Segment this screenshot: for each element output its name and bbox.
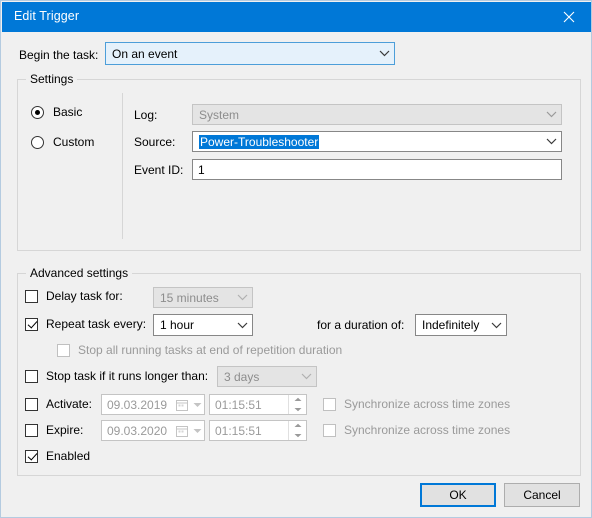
radio-custom-mark <box>31 135 44 149</box>
expire-label: Expire: <box>46 423 84 437</box>
chevron-down-icon <box>486 322 506 329</box>
begin-task-combobox[interactable]: On an event <box>105 42 395 65</box>
ok-button[interactable]: OK <box>420 483 496 507</box>
stop-task-longer-label: Stop task if it runs longer than: <box>46 369 209 383</box>
delay-task-label: Delay task for: <box>46 289 123 303</box>
activate-time-value: 01:15:51 <box>215 397 262 412</box>
calendar-icon <box>174 424 190 438</box>
cancel-button-label: Cancel <box>523 488 561 502</box>
radio-basic-mark <box>31 105 44 119</box>
repeat-interval-combobox[interactable]: 1 hour <box>153 314 253 336</box>
duration-label: for a duration of: <box>317 318 405 332</box>
delay-duration-value: 15 minutes <box>160 290 219 305</box>
activate-checkbox[interactable]: Activate: <box>25 397 92 411</box>
log-combobox: System <box>192 104 562 125</box>
repeat-task-checkbox[interactable]: Repeat task every: <box>25 317 146 331</box>
activate-time-picker: 01:15:51 <box>209 394 307 415</box>
close-button[interactable] <box>546 2 591 32</box>
calendar-icon <box>174 398 190 412</box>
repeat-interval-value: 1 hour <box>160 318 195 332</box>
activate-time-spinner <box>288 395 306 414</box>
expire-time-spinner <box>288 421 306 440</box>
settings-divider <box>122 93 123 239</box>
begin-task-label: Begin the task: <box>19 48 99 62</box>
close-icon <box>563 11 575 23</box>
enabled-checkbox[interactable]: Enabled <box>25 449 90 463</box>
title-bar: Edit Trigger <box>2 2 591 32</box>
begin-task-value: On an event <box>112 46 178 61</box>
activate-date-value: 09.03.2019 <box>107 397 168 412</box>
source-value: Power-Troubleshooter <box>193 134 541 149</box>
radio-custom-label: Custom <box>53 135 95 149</box>
event-id-input[interactable] <box>192 159 562 180</box>
duration-combobox[interactable]: Indefinitely <box>415 314 507 336</box>
expire-checkmark <box>25 423 38 437</box>
event-id-label: Event ID: <box>134 163 184 177</box>
expire-time-value: 01:15:51 <box>215 423 262 438</box>
advanced-group-title: Advanced settings <box>26 266 133 280</box>
radio-basic-label: Basic <box>53 105 83 119</box>
stop-task-longer-checkmark <box>25 369 38 383</box>
duration-value: Indefinitely <box>422 318 480 332</box>
activate-sync-timezones-checkbox: Synchronize across time zones <box>323 397 510 411</box>
chevron-down-icon <box>190 428 204 434</box>
stop-task-duration-combobox: 3 days <box>217 366 317 387</box>
chevron-down-icon <box>541 111 561 118</box>
activate-sync-timezones-checkmark <box>323 397 336 411</box>
cancel-button[interactable]: Cancel <box>504 483 580 507</box>
chevron-down-icon <box>296 373 316 380</box>
settings-group-title: Settings <box>26 72 78 86</box>
expire-sync-timezones-checkmark <box>323 423 336 437</box>
expire-time-picker: 01:15:51 <box>209 420 307 441</box>
stop-all-running-tasks-checkmark <box>57 343 70 357</box>
repeat-task-checkmark <box>25 317 38 331</box>
expire-sync-timezones-label: Synchronize across time zones <box>344 423 511 437</box>
stop-task-longer-checkbox[interactable]: Stop task if it runs longer than: <box>25 369 208 383</box>
source-combobox[interactable]: Power-Troubleshooter <box>192 131 562 152</box>
enabled-label: Enabled <box>46 449 91 463</box>
chevron-down-icon <box>541 138 561 145</box>
activate-sync-timezones-label: Synchronize across time zones <box>344 397 511 411</box>
log-label: Log: <box>134 108 158 122</box>
expire-date-value: 09.03.2020 <box>107 423 168 438</box>
radio-custom[interactable]: Custom <box>31 135 94 149</box>
expire-sync-timezones-checkbox: Synchronize across time zones <box>323 423 510 437</box>
source-label: Source: <box>134 135 176 149</box>
activate-date-picker: 09.03.2019 <box>101 394 205 415</box>
source-value-text: Power-Troubleshooter <box>199 134 320 149</box>
log-value: System <box>199 107 240 122</box>
stop-all-running-tasks-checkbox: Stop all running tasks at end of repetit… <box>57 343 342 357</box>
repeat-task-label: Repeat task every: <box>46 317 147 331</box>
window-title: Edit Trigger <box>14 9 80 23</box>
activate-label: Activate: <box>46 397 93 411</box>
expire-date-picker: 09.03.2020 <box>101 420 205 441</box>
delay-task-checkbox[interactable]: Delay task for: <box>25 289 123 303</box>
chevron-down-icon <box>232 294 252 301</box>
expire-checkbox[interactable]: Expire: <box>25 423 83 437</box>
chevron-down-icon <box>190 402 204 408</box>
enabled-checkmark <box>25 449 38 463</box>
stop-task-duration-value: 3 days <box>224 369 260 384</box>
spinner-down-icon <box>289 431 306 441</box>
edit-trigger-dialog: Edit Trigger Begin the task: On an event… <box>0 0 592 518</box>
spinner-down-icon <box>289 405 306 415</box>
chevron-down-icon <box>232 322 252 329</box>
chevron-down-icon <box>374 50 394 57</box>
delay-task-checkmark <box>25 289 38 303</box>
spinner-up-icon <box>289 395 306 405</box>
spinner-up-icon <box>289 421 306 431</box>
radio-basic[interactable]: Basic <box>31 105 82 119</box>
delay-duration-combobox: 15 minutes <box>153 287 253 308</box>
stop-all-running-tasks-label: Stop all running tasks at end of repetit… <box>78 343 343 357</box>
activate-checkmark <box>25 397 38 411</box>
ok-button-label: OK <box>449 488 467 502</box>
